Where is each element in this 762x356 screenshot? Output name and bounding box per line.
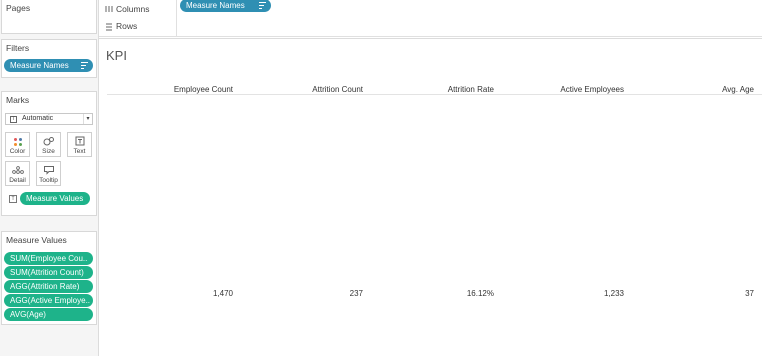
column-header-attrition-rate[interactable]: Attrition Rate [448,85,494,94]
left-panel: Pages Filters Measure Names Marks T Auto… [0,0,99,356]
measure-pill[interactable]: AGG(Active Employe.. [4,294,93,307]
rows-icon [106,23,112,31]
color-label: Color [9,148,26,155]
sort-icon [81,62,88,69]
measure-pill[interactable]: AVG(Age) [4,308,93,321]
sort-icon [259,2,266,9]
measure-pill[interactable]: SUM(Attrition Count) [4,266,93,279]
tooltip-icon [37,165,60,177]
measure-pill-label: AGG(Attrition Rate) [10,282,80,291]
measure-pill-label: SUM(Employee Cou.. [10,254,88,263]
columns-pill-measure-names[interactable]: Measure Names [180,0,271,12]
marks-pill-label: Measure Values [26,194,84,203]
column-header-avg-age[interactable]: Avg. Age [722,85,754,94]
kpi-view: KPI Employee Count Attrition Count Attri… [99,38,762,356]
columns-icon [105,6,113,12]
columns-shelf[interactable]: Columns Measure Names [99,0,762,18]
measure-values-card: Measure Values SUM(Employee Cou.. SUM(At… [1,231,97,325]
header-divider [107,94,762,95]
marks-card: Marks T Automatic ▾ Color Size Text Deta… [1,91,97,216]
view-title: KPI [106,48,127,63]
measure-pill-label: AVG(Age) [10,310,46,319]
value-avg-age: 37 [745,289,754,298]
detail-icon [6,165,29,177]
measure-pill[interactable]: AGG(Attrition Rate) [4,280,93,293]
filter-pill-measure-names[interactable]: Measure Names [4,59,93,72]
column-header-attrition-count[interactable]: Attrition Count [312,85,363,94]
measure-values-title: Measure Values [6,235,67,245]
measure-pill-label: SUM(Attrition Count) [10,268,84,277]
rows-shelf-label: Rows [102,17,177,37]
rows-label: Rows [116,21,138,31]
text-icon [68,136,91,148]
value-attrition-count: 237 [349,289,363,298]
detail-button[interactable]: Detail [5,161,30,186]
pages-card: Pages [1,0,97,34]
filters-title: Filters [6,43,30,53]
column-header-employee-count[interactable]: Employee Count [174,85,233,94]
text-mark-icon: T [10,116,17,123]
rows-shelf[interactable]: Rows [99,17,762,37]
mark-type-dropdown[interactable]: T Automatic ▾ [5,113,93,125]
color-icon [6,136,29,148]
value-attrition-rate: 16.12% [466,289,494,298]
text-label: Text [73,148,86,155]
filters-card: Filters Measure Names [1,39,97,78]
measure-pill-label: AGG(Active Employe.. [10,296,91,305]
text-button[interactable]: Text [67,132,92,157]
filter-pill-label: Measure Names [10,61,69,70]
value-active-employees: 1,233 [603,289,624,298]
detail-label: Detail [9,177,26,184]
marks-pill-measure-values[interactable]: Measure Values [20,192,90,205]
size-icon [37,136,60,148]
tooltip-label: Tooltip [39,177,58,184]
value-employee-count: 1,470 [212,289,233,298]
chevron-down-icon: ▾ [83,114,92,124]
tooltip-button[interactable]: Tooltip [36,161,61,186]
columns-shelf-label: Columns [102,0,177,18]
columns-pill-label: Measure Names [186,1,245,10]
pages-title: Pages [6,3,31,13]
size-button[interactable]: Size [36,132,61,157]
measure-pill[interactable]: SUM(Employee Cou.. [4,252,93,265]
size-label: Size [42,148,55,155]
text-encoding-icon: T [9,195,17,203]
column-header-active-employees[interactable]: Active Employees [560,85,624,94]
mark-type-value: Automatic [22,115,54,122]
columns-label: Columns [116,4,150,14]
marks-title: Marks [6,95,30,105]
color-button[interactable]: Color [5,132,30,157]
